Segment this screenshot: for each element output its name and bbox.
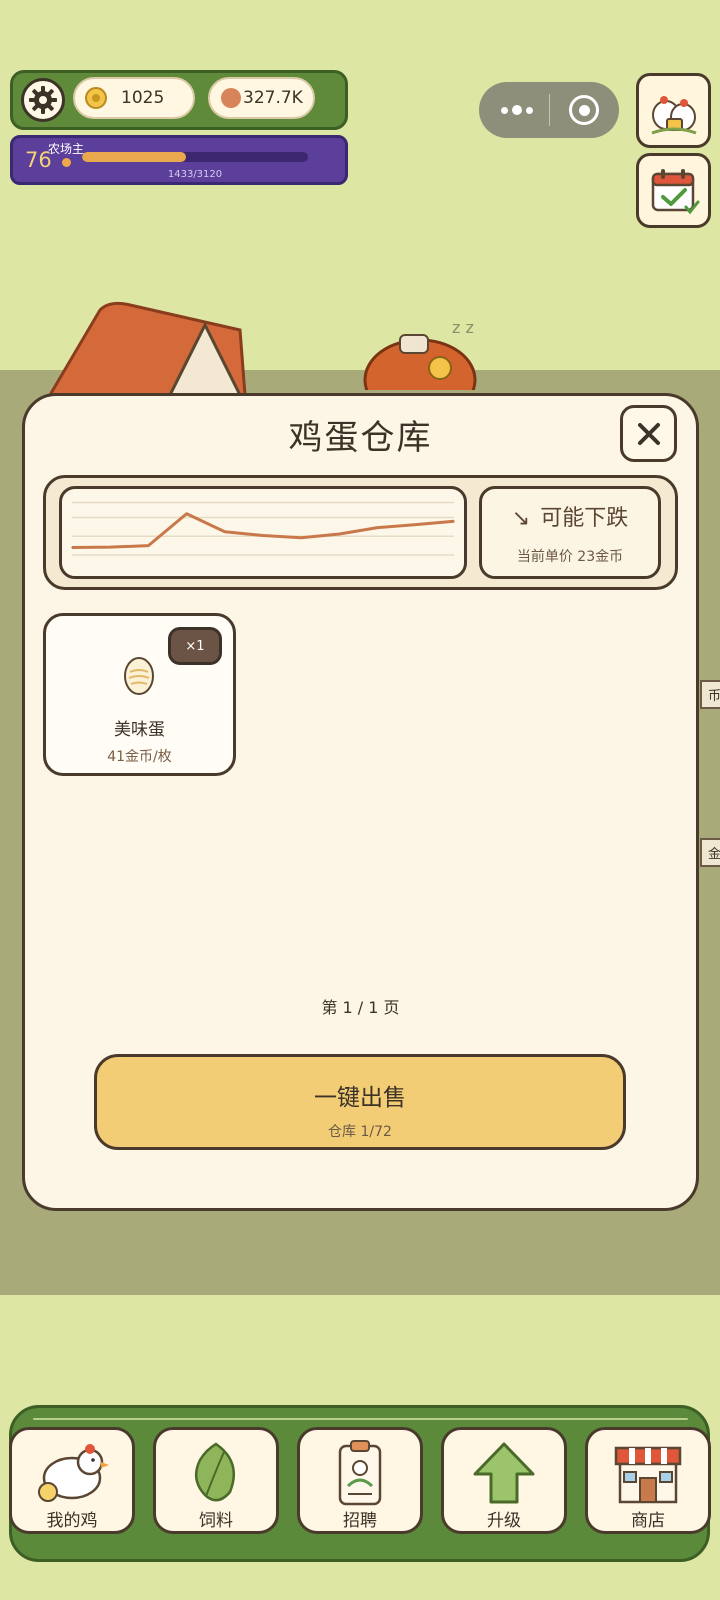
item-name: 美味蛋 <box>114 720 165 740</box>
xp-text: 1433/3120 <box>167 169 223 180</box>
friends-chickens-button[interactable] <box>636 73 711 148</box>
trend-down-icon: ↘ <box>511 506 531 531</box>
daily-checkin-button[interactable] <box>636 153 711 228</box>
background-sign: 金币 <box>700 838 720 867</box>
close-button[interactable] <box>620 405 677 462</box>
exit-miniprogram-button[interactable] <box>569 95 599 125</box>
upgrade-arrow-icon <box>473 1442 535 1504</box>
xp-progress-bar <box>82 152 308 162</box>
nav-divider <box>33 1418 688 1420</box>
nav-label: 我的鸡 <box>46 1511 98 1531</box>
trend-label: 可能下跌 <box>540 506 629 531</box>
price-point <box>71 546 73 549</box>
price-point <box>109 546 111 548</box>
price-point <box>185 512 188 515</box>
close-icon <box>637 422 660 445</box>
nav-upgrade[interactable]: 升级 <box>441 1427 567 1534</box>
chicken-icon <box>38 1444 109 1502</box>
nav-label: 升级 <box>487 1511 521 1531</box>
nav-shop[interactable]: 商店 <box>585 1427 711 1534</box>
nav-label: 饲料 <box>199 1511 233 1531</box>
coin-icon <box>85 87 107 109</box>
quantity-badge: ×1 <box>168 627 222 665</box>
price-point <box>415 523 417 526</box>
shop-icon <box>614 1446 682 1504</box>
price-point <box>453 520 455 523</box>
price-point <box>300 536 302 539</box>
background-sign: 币① <box>700 680 720 709</box>
price-point <box>376 526 379 529</box>
chicken-friends-icon <box>650 95 697 134</box>
nav-recruit[interactable]: 招聘 <box>297 1427 423 1534</box>
coin-balance[interactable]: 1025 <box>73 77 195 119</box>
farmhouse-roof <box>47 301 247 397</box>
calendar-check-icon <box>651 168 699 214</box>
price-point <box>224 530 226 533</box>
nav-feed[interactable]: 饲料 <box>153 1427 279 1534</box>
level-dot-icon <box>62 158 71 167</box>
xp-progress-fill <box>82 152 186 162</box>
price-point <box>262 534 264 537</box>
settings-button[interactable] <box>21 78 65 122</box>
capsule-divider <box>549 94 550 126</box>
coin-amount: 1025 <box>121 88 165 108</box>
more-dot-icon <box>512 105 522 115</box>
leaf-icon <box>194 1442 235 1502</box>
nav-label: 招聘 <box>343 1511 377 1531</box>
gear-icon <box>29 86 57 114</box>
dialog-title: 鸡蛋仓库 <box>288 418 433 458</box>
more-menu-button[interactable] <box>497 96 537 124</box>
item-price: 41金币/枚 <box>107 749 172 765</box>
trend-forecast: ↘ 可能下跌 <box>479 500 661 532</box>
price-chart[interactable] <box>59 486 467 579</box>
sleeping-coop <box>363 334 477 390</box>
current-unit-price: 当前单价 23金币 <box>516 549 624 565</box>
page-indicator: 第 1 / 1 页 <box>321 998 400 1017</box>
egg-currency-icon <box>221 88 241 108</box>
price-line-chart <box>71 501 455 556</box>
nav-my-chickens[interactable]: 我的鸡 <box>9 1427 135 1534</box>
egg-balance[interactable]: 327.7K <box>208 77 315 119</box>
price-point <box>338 533 341 535</box>
nav-label: 商店 <box>631 1511 665 1531</box>
sell-all-label[interactable]: 一键出售 <box>94 1078 626 1112</box>
recruit-badge-icon <box>338 1440 382 1506</box>
egg-amount: 327.7K <box>243 88 303 108</box>
price-series-line <box>71 512 455 549</box>
more-dot-icon <box>526 106 533 114</box>
egg-icon <box>124 657 154 695</box>
more-dot-icon <box>501 106 508 114</box>
level-title: 农场主 <box>48 142 85 156</box>
warehouse-capacity: 仓库 1/72 <box>328 1124 392 1140</box>
sleep-zz-icon: z z <box>452 318 474 337</box>
price-point <box>147 544 150 547</box>
